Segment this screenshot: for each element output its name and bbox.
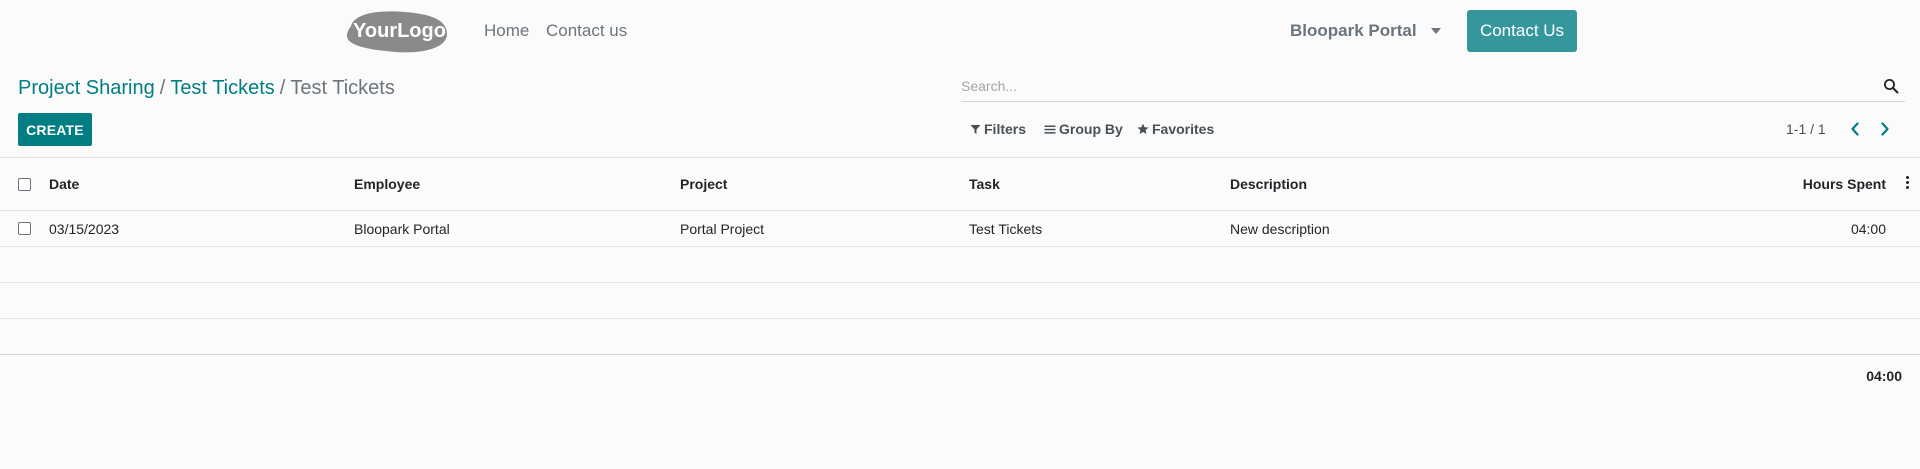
select-all-checkbox[interactable] <box>18 178 31 191</box>
empty-row <box>0 247 1920 283</box>
create-button[interactable]: CREATE <box>18 113 92 146</box>
pager-next-button[interactable] <box>1874 118 1896 140</box>
cell-project: Portal Project <box>680 221 765 237</box>
star-icon <box>1137 123 1149 134</box>
cell-employee: Bloopark Portal <box>354 221 450 237</box>
group-by-label: Group By <box>1059 121 1123 137</box>
breadcrumb-item-current: Test Tickets <box>290 77 395 99</box>
nav-link-home[interactable]: Home <box>484 21 529 41</box>
filters-button[interactable]: Filters <box>970 121 1026 137</box>
pager-value[interactable]: 1-1 / 1 <box>1786 121 1826 137</box>
ellipsis-vertical-icon[interactable] <box>1904 176 1910 192</box>
favorites-label: Favorites <box>1152 121 1215 137</box>
user-menu-label: Bloopark Portal <box>1290 21 1417 40</box>
breadcrumb: Project Sharing / Test Tickets / Test Ticket… <box>18 77 395 100</box>
empty-row <box>0 283 1920 319</box>
hours-spent-total: 04:00 <box>1866 368 1902 384</box>
chevron-right-icon <box>1881 122 1889 136</box>
top-navbar: YourLogo Home Contact us Bloopark Portal… <box>0 0 1920 62</box>
breadcrumb-separator: / <box>159 77 166 99</box>
logo-text: YourLogo <box>353 20 446 42</box>
search-input[interactable] <box>961 74 1861 98</box>
cell-date: 03/15/2023 <box>49 221 120 237</box>
table-header: Date Employee Project Task Description H… <box>0 157 1920 211</box>
column-header-task[interactable]: Task <box>969 176 1000 192</box>
column-header-description[interactable]: Description <box>1230 176 1307 192</box>
filters-label: Filters <box>984 121 1027 137</box>
pager-previous-button[interactable] <box>1844 118 1866 140</box>
contact-us-button[interactable]: Contact Us <box>1467 10 1577 52</box>
cell-task: Test Tickets <box>969 221 1043 237</box>
table-row[interactable]: 03/15/2023 Bloopark Portal Portal Projec… <box>0 211 1920 247</box>
filter-icon <box>970 124 981 134</box>
row-checkbox[interactable] <box>18 222 31 235</box>
favorites-button[interactable]: Favorites <box>1137 121 1214 137</box>
cell-hours-spent: 04:00 <box>1850 221 1886 237</box>
breadcrumb-item-test-tickets[interactable]: Test Tickets <box>170 77 274 99</box>
chevron-left-icon <box>1851 122 1859 136</box>
breadcrumb-separator: / <box>279 77 286 99</box>
search-bar <box>961 74 1905 102</box>
cell-description: New description <box>1230 221 1330 237</box>
nav-link-contact[interactable]: Contact us <box>546 21 627 41</box>
column-header-project[interactable]: Project <box>680 176 727 192</box>
column-header-hours-spent[interactable]: Hours Spent <box>1803 176 1886 192</box>
bars-icon <box>1044 125 1056 134</box>
column-header-date[interactable]: Date <box>49 176 79 192</box>
caret-down-icon <box>1430 28 1441 34</box>
logo-image: YourLogo <box>347 11 447 53</box>
group-by-button[interactable]: Group By <box>1044 121 1123 137</box>
search-icon[interactable] <box>1883 78 1899 94</box>
column-header-employee[interactable]: Employee <box>354 176 420 192</box>
user-menu[interactable]: Bloopark Portal <box>1290 21 1441 41</box>
breadcrumb-item-project-sharing[interactable]: Project Sharing <box>18 77 155 99</box>
empty-row <box>0 319 1920 355</box>
site-logo[interactable]: YourLogo <box>343 8 449 54</box>
